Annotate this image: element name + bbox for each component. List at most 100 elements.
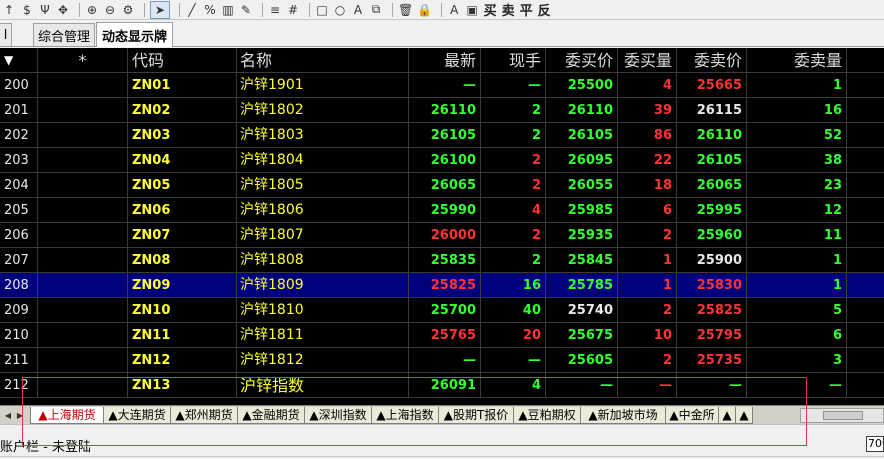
toolbar-separator (441, 2, 443, 17)
row-star (38, 73, 128, 98)
row-index: 210 (0, 323, 38, 348)
bid-qty: 22 (618, 148, 677, 173)
header-volume[interactable]: 现手 (481, 48, 546, 73)
list-lines-icon[interactable]: ≡ (268, 1, 282, 19)
lock-icon[interactable]: 🔒 (417, 1, 432, 19)
table-row[interactable]: 210 ZN11 沪锌1811 25765 20 25675 10 25795 6 (0, 323, 884, 348)
fib-bars-icon[interactable]: ▥ (221, 1, 235, 19)
scrollbar-thumb[interactable] (823, 411, 863, 420)
row-star (38, 373, 128, 398)
volume: 2 (481, 123, 546, 148)
row-index: 206 (0, 223, 38, 248)
market-tab[interactable]: ▲上海指数 (371, 407, 439, 424)
table-row[interactable]: 201 ZN02 沪锌1802 26110 2 26110 39 26115 16 (0, 98, 884, 123)
toolbar-text-button[interactable]: 平 (519, 1, 533, 19)
table-row[interactable]: 206 ZN07 沪锌1807 26000 2 25935 2 25960 11 (0, 223, 884, 248)
contract-name: 沪锌指数 (237, 373, 409, 398)
save-icon[interactable]: ▣ (465, 1, 479, 19)
status-field[interactable]: 700 (866, 436, 884, 452)
color-a-icon[interactable]: A (447, 1, 461, 19)
circle-icon[interactable]: ○ (333, 1, 347, 19)
toolbar-text-button[interactable]: 卖 (501, 1, 515, 19)
pen-icon[interactable]: ✎ (239, 1, 253, 19)
copy-icon[interactable]: ⧉ (369, 1, 383, 19)
scroll-right-icon[interactable]: ▶ (14, 408, 26, 423)
contract-name: 沪锌1804 (237, 148, 409, 173)
market-tab[interactable]: ▲上海期货 (30, 407, 104, 424)
tab-dynamic-display-board[interactable]: 动态显示牌 (96, 22, 173, 47)
table-row[interactable]: 204 ZN05 沪锌1805 26065 2 26055 18 26065 23 (0, 173, 884, 198)
market-tab[interactable]: ▲大连期货 (103, 407, 171, 424)
horizontal-scrollbar[interactable] (800, 408, 884, 423)
dollar-icon[interactable]: $ (20, 1, 34, 19)
toolbar-text-button[interactable]: 反 (537, 1, 551, 19)
volume: — (481, 73, 546, 98)
market-tab[interactable]: ▲中金所 (665, 407, 719, 424)
volume: 40 (481, 298, 546, 323)
bid-price: 26110 (546, 98, 618, 123)
header-bid-price[interactable]: 委买价 (546, 48, 618, 73)
rectangle-icon[interactable]: □ (315, 1, 329, 19)
zoom-out-icon[interactable]: ⊖ (103, 1, 117, 19)
header-name[interactable]: 名称 (237, 48, 409, 73)
table-row[interactable]: 205 ZN06 沪锌1806 25990 4 25985 6 25995 12 (0, 198, 884, 223)
ask-price: 25900 (677, 248, 747, 273)
gear-icon[interactable]: ⚙ (121, 1, 135, 19)
ask-price: 26105 (677, 148, 747, 173)
sort-dropdown-icon[interactable]: ▼ (0, 48, 38, 73)
line-icon[interactable]: ╱ (185, 1, 199, 19)
table-row[interactable]: 209 ZN10 沪锌1810 25700 40 25740 2 25825 5 (0, 298, 884, 323)
row-star (38, 223, 128, 248)
table-row[interactable]: 203 ZN04 沪锌1804 26100 2 26095 22 26105 38 (0, 148, 884, 173)
header-star[interactable]: * (38, 48, 128, 73)
table-row[interactable]: 202 ZN03 沪锌1803 26105 2 26105 86 26110 52 (0, 123, 884, 148)
last-price: 25835 (409, 248, 481, 273)
ask-price: 25665 (677, 73, 747, 98)
ask-qty: — (747, 373, 847, 398)
contract-name: 沪锌1806 (237, 198, 409, 223)
contract-code: ZN02 (128, 98, 237, 123)
table-row[interactable]: 200 ZN01 沪锌1901— —25500 4 25665 1 (0, 73, 884, 98)
market-tab[interactable]: ▲豆粕期权 (513, 407, 581, 424)
table-row[interactable]: 207 ZN08 沪锌1808 25835 2 25845 1 25900 1 (0, 248, 884, 273)
header-last[interactable]: 最新 (409, 48, 481, 73)
y-cursor-icon[interactable]: Ψ (38, 1, 52, 19)
trash-icon[interactable]: 🗑 (398, 1, 413, 19)
contract-name: 沪锌1811 (237, 323, 409, 348)
header-ask-qty[interactable]: 委卖量 (747, 48, 847, 73)
bid-price: 25935 (546, 223, 618, 248)
table-row[interactable]: 212 ZN13 沪锌指数 26091 4— — — — (0, 373, 884, 398)
market-tab[interactable]: ▲ (718, 407, 736, 424)
text-a-icon[interactable]: A (351, 1, 365, 19)
market-tab[interactable]: ▲金融期货 (237, 407, 305, 424)
tab-comprehensive-management[interactable]: 综合管理 (33, 23, 95, 46)
market-tab[interactable]: ▲郑州期货 (170, 407, 238, 424)
grid-icon[interactable]: # (286, 1, 300, 19)
ask-price: 26115 (677, 98, 747, 123)
contract-code: ZN09 (128, 273, 237, 298)
table-row[interactable]: 208 ZN09 沪锌1809 25825 16 25785 1 25830 1 (0, 273, 884, 298)
scroll-left-icon[interactable]: ◀ (2, 408, 14, 423)
pointer-icon[interactable]: ➤ (150, 0, 170, 19)
market-tab[interactable]: ▲ (735, 407, 753, 424)
last-price: 25700 (409, 298, 481, 323)
contract-name: 沪锌1809 (237, 273, 409, 298)
last-price: 26065 (409, 173, 481, 198)
ask-qty: 52 (747, 123, 847, 148)
contract-code: ZN01 (128, 73, 237, 98)
up-arrow-icon[interactable]: ↑ (2, 1, 16, 19)
market-tab[interactable]: ▲新加坡市场 (580, 407, 666, 424)
percent-icon[interactable]: % (203, 1, 217, 19)
move-icon[interactable]: ✥ (56, 1, 70, 19)
zoom-in-icon[interactable]: ⊕ (85, 1, 99, 19)
toolbar-text-button[interactable]: 买 (483, 1, 497, 19)
header-code[interactable]: 代码 (128, 48, 237, 73)
tab-partial[interactable]: l (0, 23, 12, 46)
table-row[interactable]: 211 ZN12 沪锌1812— —25605 2 25735 3 (0, 348, 884, 373)
bid-qty: 10 (618, 323, 677, 348)
ask-price: 26110 (677, 123, 747, 148)
header-bid-qty[interactable]: 委买量 (618, 48, 677, 73)
market-tab[interactable]: ▲股期T报价 (438, 407, 514, 424)
market-tab[interactable]: ▲深圳指数 (304, 407, 372, 424)
header-ask-price[interactable]: 委卖价 (677, 48, 747, 73)
